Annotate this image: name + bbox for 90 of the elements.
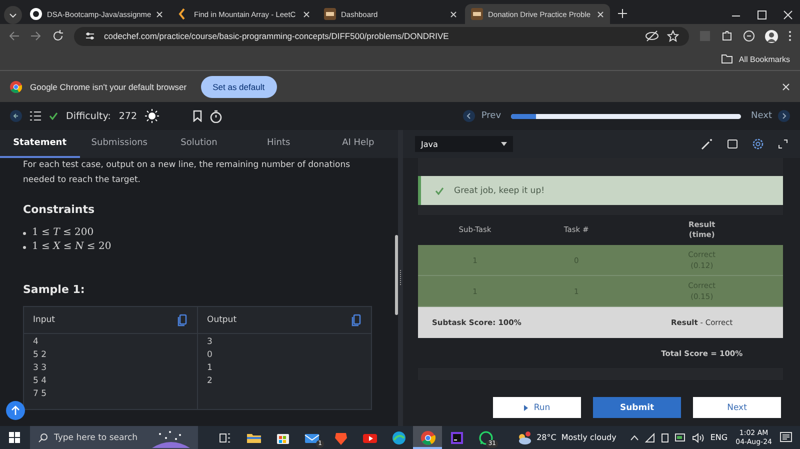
close-icon[interactable] bbox=[450, 10, 457, 18]
constraint-text: 1 ≤ X ≤ N ≤ 20 bbox=[32, 240, 112, 254]
language-indicator[interactable]: ENG bbox=[710, 433, 728, 442]
magic-wand-icon[interactable] bbox=[701, 138, 713, 150]
prev-link[interactable]: Prev bbox=[481, 111, 502, 121]
problem-tab[interactable]: Solution bbox=[159, 130, 239, 158]
language-select[interactable]: Java bbox=[415, 136, 513, 152]
site-icon bbox=[324, 8, 336, 20]
chevron-down-icon[interactable] bbox=[4, 6, 22, 24]
column-header: Input bbox=[33, 314, 56, 326]
timer-icon[interactable] bbox=[210, 110, 222, 122]
sample-heading: Sample 1: bbox=[23, 282, 86, 297]
caret-icon bbox=[501, 142, 507, 146]
column-header: Output bbox=[207, 314, 237, 326]
prev-icon[interactable] bbox=[463, 110, 476, 122]
battery-icon[interactable] bbox=[661, 432, 670, 442]
notification-icon[interactable] bbox=[780, 432, 792, 443]
chevron-up-icon[interactable] bbox=[630, 434, 640, 440]
drag-handle-icon[interactable] bbox=[399, 270, 402, 286]
site-icon bbox=[471, 8, 483, 20]
set-default-button[interactable]: Set as default bbox=[200, 76, 277, 98]
banner-text: Great job, keep it up! bbox=[454, 186, 544, 196]
next-link[interactable]: Next bbox=[751, 111, 772, 121]
expand-icon[interactable] bbox=[778, 139, 788, 149]
weather-text: Mostly cloudy bbox=[561, 433, 616, 442]
next-icon[interactable] bbox=[778, 110, 790, 122]
star-icon[interactable] bbox=[667, 30, 679, 42]
new-tab-icon[interactable] bbox=[618, 9, 627, 18]
bullet-icon bbox=[23, 246, 26, 248]
close-icon[interactable] bbox=[303, 10, 310, 18]
run-button[interactable]: Run bbox=[493, 397, 581, 418]
url-text: codechef.com/practice/course/basic-programming-concepts/DIFF500/problems/DONDRIVE bbox=[104, 31, 450, 41]
input-line: 4 bbox=[33, 336, 40, 349]
bullet-icon bbox=[23, 232, 26, 234]
search-icon bbox=[38, 432, 48, 442]
avatar-icon[interactable] bbox=[765, 30, 778, 42]
address-bar[interactable]: codechef.com/practice/course/basic-programming-concepts/DIFF500/problems/DONDRIVE bbox=[74, 26, 689, 46]
copy-icon[interactable] bbox=[177, 314, 188, 326]
close-icon[interactable] bbox=[597, 10, 604, 18]
screen-icon[interactable] bbox=[727, 138, 738, 150]
output-line: 3 bbox=[207, 336, 214, 349]
temperature-text: 28°C bbox=[536, 433, 556, 442]
folder-icon bbox=[720, 54, 733, 64]
network-icon[interactable] bbox=[645, 432, 656, 442]
problem-tab[interactable]: AI Help bbox=[318, 130, 398, 158]
list-icon[interactable] bbox=[30, 111, 41, 121]
input-line: 3 3 bbox=[33, 362, 48, 375]
chrome-logo-icon bbox=[10, 80, 22, 92]
check-icon bbox=[435, 186, 444, 194]
close-icon[interactable] bbox=[156, 10, 164, 18]
statement-paragraph: For each test case, output on a new line, the remaining number of donations needed to reach the target. bbox=[23, 159, 352, 187]
next-button[interactable]: Next bbox=[693, 397, 781, 418]
app-icon bbox=[448, 430, 464, 446]
settings-icon[interactable] bbox=[752, 138, 764, 150]
constraint-text: 1 ≤ T ≤ 200 bbox=[32, 226, 94, 240]
problem-tab[interactable]: Hints bbox=[238, 130, 318, 158]
difficulty-label: Difficulty: bbox=[66, 110, 111, 122]
forward-icon[interactable] bbox=[30, 30, 42, 42]
app-icon bbox=[420, 430, 436, 446]
close-icon[interactable] bbox=[782, 82, 790, 90]
problem-tab[interactable]: Submissions bbox=[80, 130, 160, 158]
power-icon[interactable] bbox=[675, 433, 686, 442]
input-line: 5 4 bbox=[33, 375, 48, 388]
submit-button[interactable]: Submit bbox=[593, 397, 681, 418]
bookmarks-link[interactable]: All Bookmarks bbox=[738, 54, 790, 64]
problem-tab[interactable]: Statement bbox=[0, 130, 80, 158]
eye-slash-icon[interactable] bbox=[645, 30, 659, 42]
scroll-up-icon[interactable] bbox=[6, 401, 25, 420]
copy-icon[interactable] bbox=[351, 314, 362, 326]
taskbar-search[interactable]: Type here to search bbox=[30, 426, 198, 449]
input-line: 5 2 bbox=[33, 349, 48, 362]
output-line: 2 bbox=[207, 375, 214, 388]
infobar-message: Google Chrome isn't your default browser bbox=[30, 82, 187, 92]
more-icon[interactable] bbox=[788, 30, 792, 42]
app-icon bbox=[390, 430, 406, 446]
output-line: 1 bbox=[207, 362, 214, 375]
site-icon bbox=[30, 8, 42, 20]
scrollbar[interactable] bbox=[395, 235, 398, 315]
app-icon bbox=[478, 430, 494, 446]
output-line: 0 bbox=[207, 349, 214, 362]
sun-icon[interactable] bbox=[145, 109, 160, 123]
back-icon[interactable] bbox=[8, 30, 20, 42]
reload-icon[interactable] bbox=[52, 30, 64, 42]
site-settings-icon[interactable] bbox=[84, 30, 96, 42]
play-icon bbox=[524, 404, 528, 410]
input-line: 7 5 bbox=[33, 388, 48, 401]
difficulty-value: 272 bbox=[118, 110, 138, 122]
bookmark-icon[interactable] bbox=[193, 110, 202, 122]
speaker-icon[interactable] bbox=[692, 432, 704, 442]
constraints-heading: Constraints bbox=[23, 202, 96, 217]
